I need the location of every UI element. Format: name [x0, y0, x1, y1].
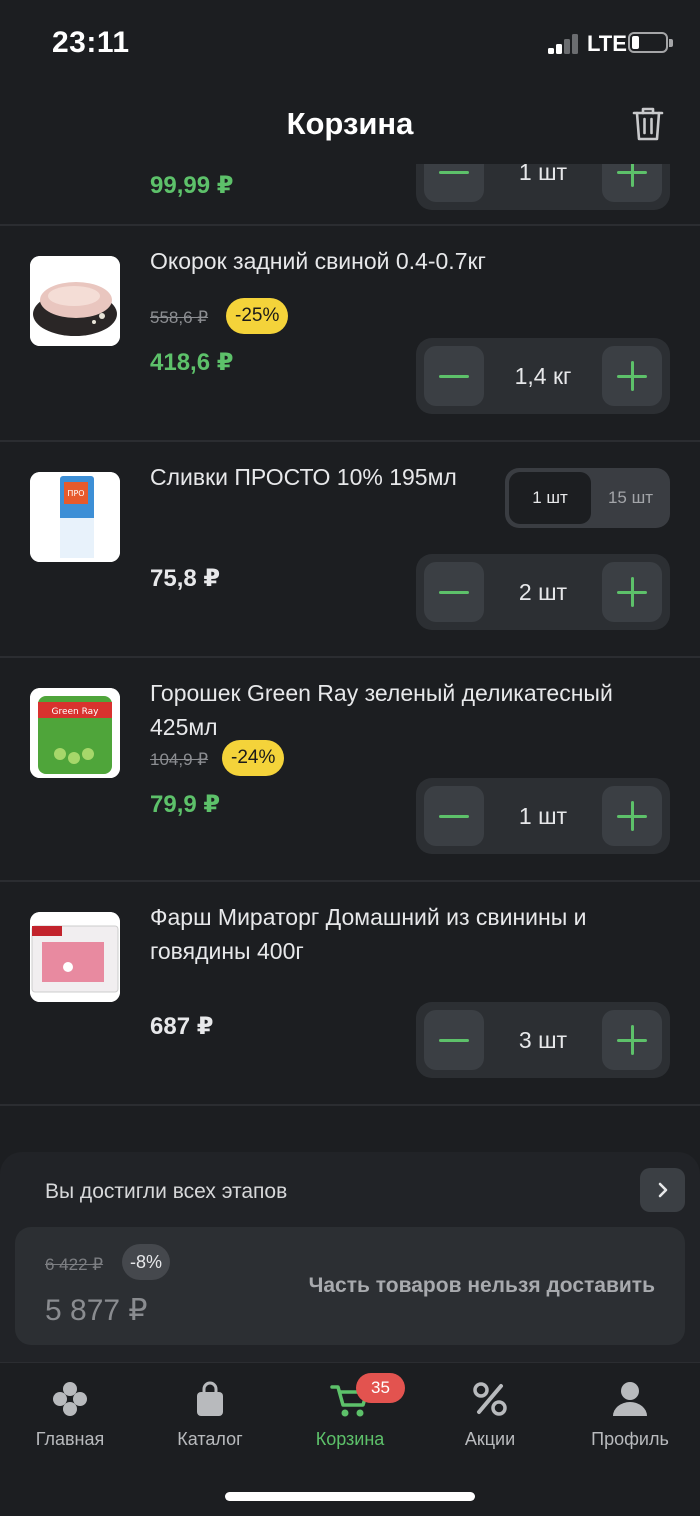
catalog-bag-icon — [197, 1381, 223, 1416]
product-name[interactable]: Сливки ПРОСТО 10% 195мл — [150, 460, 457, 494]
quantity-value: 2 шт — [518, 579, 568, 605]
cart-item[interactable]: ПРО Сливки ПРОСТО 10% 195мл 1 шт 15 шт 7… — [0, 442, 700, 658]
old-total: 6 422 ₽ — [45, 1255, 104, 1274]
item-price: 99,99 ₽ — [150, 172, 234, 199]
quantity-value: 1 шт — [518, 164, 568, 185]
tab-profile[interactable]: Профиль — [560, 1363, 700, 1463]
tab-label: Акции — [464, 1429, 516, 1449]
product-image[interactable] — [30, 256, 120, 346]
cart-item[interactable]: Green Ray Горошек Green Ray зеленый дели… — [0, 658, 700, 882]
quantity-stepper: 2 шт — [416, 554, 670, 630]
increase-button[interactable] — [602, 1010, 662, 1070]
decrease-button[interactable] — [424, 786, 484, 846]
quantity-value: 3 шт — [518, 1027, 568, 1053]
cart-item[interactable]: Окорок задний свиной 0.4-0.7кг 558,6 ₽ -… — [0, 226, 700, 442]
product-image[interactable]: Green Ray — [30, 688, 120, 778]
discount-badge: -24% — [222, 740, 285, 776]
pack-size-toggle[interactable]: 1 шт 15 шт — [505, 468, 670, 528]
product-name[interactable]: Окорок задний свиной 0.4-0.7кг — [150, 244, 486, 278]
increase-button[interactable] — [602, 346, 662, 406]
checkout-button[interactable]: 6 422 ₽ -8% 5 877 ₽ Часть товаров нельзя… — [15, 1227, 685, 1345]
cart-item: 99,99 ₽ 1 шт — [0, 164, 700, 226]
tab-label: Корзина — [315, 1429, 385, 1449]
order-summary: Вы достигли всех этапов 6 422 ₽ -8% 5 87… — [0, 1152, 700, 1362]
svg-text:Green Ray: Green Ray — [51, 707, 99, 717]
total-discount-badge: -8% — [122, 1244, 171, 1280]
quantity-stepper: 1 шт — [416, 164, 670, 210]
quantity-value: 1 шт — [518, 803, 568, 829]
svg-text:ПРО: ПРО — [67, 489, 84, 498]
increase-button[interactable] — [602, 562, 662, 622]
product-image[interactable] — [30, 912, 120, 1002]
product-image[interactable]: ПРО — [30, 472, 120, 562]
pack-option-multi[interactable]: 15 шт — [591, 472, 670, 524]
tab-label: Каталог — [177, 1429, 243, 1449]
stages-expand-button[interactable] — [640, 1168, 685, 1212]
total-price: 5 877 ₽ — [45, 1294, 148, 1327]
network-type: LTE — [587, 31, 627, 56]
decrease-button[interactable] — [424, 346, 484, 406]
discount-badge: -25% — [226, 298, 289, 334]
item-price: 79,9 ₽ — [150, 791, 221, 818]
increase-button[interactable] — [602, 786, 662, 846]
quantity-value: 1,4 кг — [514, 363, 572, 389]
product-name[interactable]: Горошек Green Ray зеленый деликатесный 4… — [150, 676, 670, 744]
status-time: 23:11 — [52, 26, 130, 59]
profile-icon — [613, 1382, 647, 1416]
decrease-button[interactable] — [424, 164, 484, 202]
home-icon — [53, 1382, 87, 1416]
decrease-button[interactable] — [424, 562, 484, 622]
signal-icon — [548, 34, 580, 54]
percent-icon — [473, 1382, 507, 1416]
item-price: 418,6 ₽ — [150, 349, 234, 376]
quantity-stepper: 1,4 кг — [416, 338, 670, 414]
tab-label: Главная — [35, 1429, 105, 1449]
tab-promotions[interactable]: Акции — [420, 1363, 560, 1463]
page-title: Корзина — [286, 106, 414, 141]
status-bar: 23:11 LTE — [0, 0, 700, 88]
header: Корзина — [0, 88, 700, 164]
trash-icon[interactable] — [632, 106, 664, 142]
tab-home[interactable]: Главная — [0, 1363, 140, 1463]
tab-catalog[interactable]: Каталог — [140, 1363, 280, 1463]
home-indicator[interactable] — [225, 1492, 475, 1501]
delivery-note: Часть товаров нельзя доставить — [308, 1274, 655, 1297]
item-price: 75,8 ₽ — [150, 565, 221, 592]
chevron-right-icon — [658, 1182, 668, 1198]
old-price: 558,6 ₽ — [150, 308, 209, 327]
cart-list[interactable]: 99,99 ₽ 1 шт Окорок задний свиной 0.4-0.… — [0, 164, 700, 1152]
old-price: 104,9 ₽ — [150, 750, 209, 769]
quantity-stepper: 1 шт — [416, 778, 670, 854]
item-price: 687 ₽ — [150, 1013, 214, 1040]
quantity-stepper: 3 шт — [416, 1002, 670, 1078]
battery-icon — [628, 32, 673, 53]
stages-text: Вы достигли всех этапов — [45, 1180, 288, 1203]
decrease-button[interactable] — [424, 1010, 484, 1070]
cart-item[interactable]: Фарш Мираторг Домашний из свинины и говя… — [0, 882, 700, 1106]
cart-count-badge: 35 — [356, 1373, 405, 1403]
pack-option-single[interactable]: 1 шт — [509, 472, 591, 524]
tab-label: Профиль — [591, 1429, 669, 1449]
increase-button[interactable] — [602, 164, 662, 202]
product-name[interactable]: Фарш Мираторг Домашний из свинины и говя… — [150, 900, 670, 968]
